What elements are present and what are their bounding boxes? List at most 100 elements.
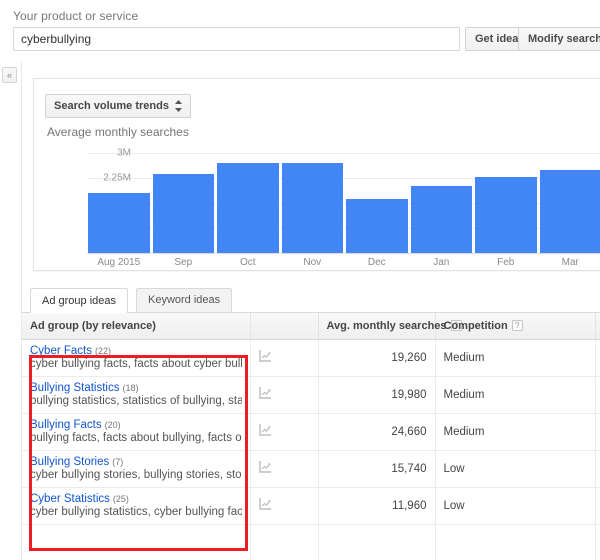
chart-bar[interactable] (410, 186, 472, 253)
product-or-service-input[interactable] (13, 27, 460, 51)
table-header-row: Ad group (by relevance) Avg. monthly sea… (22, 313, 600, 340)
bar-chart-plot: 3M2.25M1.5M750K Aug 2015SepOctNovDecJanF… (47, 143, 600, 271)
chart-x-tick-label: Feb (497, 257, 515, 268)
line-chart-icon[interactable] (258, 461, 272, 473)
chart-bar[interactable] (281, 163, 343, 253)
tab-ad-group-ideas[interactable]: Ad group ideas (30, 288, 128, 313)
header-avg-monthly-searches[interactable]: Avg. monthly searches? (318, 313, 462, 340)
cell-trend-icon (250, 450, 319, 488)
cell-avg-monthly-searches: 15,740 (318, 450, 436, 488)
cell-clipped (250, 524, 319, 560)
chart-x-tick-label: Nov (303, 257, 322, 268)
ideas-table-body: Cyber Facts (22) cyber bullying facts, fac… (22, 339, 600, 560)
results-tabs: Ad group ideas Keyword ideas (22, 288, 600, 313)
help-icon-competition[interactable]: ? (511, 320, 523, 332)
line-chart-icon[interactable] (258, 424, 272, 436)
cell-competition: Medium (435, 376, 596, 414)
cell-competition: Low (435, 450, 596, 488)
ad-group-keyword-count: (22) (95, 346, 112, 356)
cell-ad-group: Bullying Stories (7) cyber bullying storie… (22, 450, 251, 488)
search-volume-chart-panel: Search volume trends Average monthly sea… (33, 78, 600, 271)
chart-x-tick-label: Mar (561, 257, 579, 268)
ideas-table-container: Ad group (by relevance) Avg. monthly sea… (22, 313, 600, 560)
cell-ad-group: Cyber Facts (22) cyber bullying facts, fac… (22, 339, 251, 377)
cell-clipped (435, 524, 596, 560)
cell-avg-monthly-searches: 19,260 (318, 339, 436, 377)
cell-avg-monthly-searches: 24,660 (318, 413, 436, 451)
chart-x-axis-labels: Aug 2015 Sep Oct Nov Dec Jan Feb Mar (88, 253, 600, 271)
chevron-updown-icon (174, 99, 182, 113)
cell-trend-icon (250, 487, 319, 525)
chart-y-axis-title: Average monthly searches (47, 125, 189, 139)
line-chart-icon[interactable] (258, 387, 272, 399)
ad-group-keyword-count: (20) (104, 420, 121, 430)
cell-competition: Low (435, 487, 596, 525)
cell-extra (595, 487, 600, 525)
chart-x-tick-label: Jan (433, 257, 450, 268)
left-sidebar-rail: « (0, 62, 22, 560)
table-row[interactable]: Cyber Facts (22) cyber bullying facts, fac… (22, 339, 600, 377)
cell-extra (595, 376, 600, 414)
chart-x-tick-label: Oct (239, 257, 256, 268)
ad-group-link[interactable]: Bullying Statistics (30, 382, 119, 394)
ad-group-keyword-preview: cyber bullying stories, bullying stories… (30, 469, 242, 481)
cell-trend-icon (250, 376, 319, 414)
ad-group-link[interactable]: Cyber Facts (30, 345, 92, 357)
cell-ad-group: Cyber Statistics (25) cyber bullying stati… (22, 487, 251, 525)
cell-extra (595, 450, 600, 488)
chart-bar[interactable] (88, 193, 150, 253)
table-row[interactable]: Bullying Statistics (18) bullying statisti… (22, 376, 600, 414)
table-row[interactable] (22, 524, 600, 560)
chart-bar[interactable] (346, 199, 408, 253)
cell-avg-monthly-searches: 11,960 (318, 487, 436, 525)
chart-metric-label: Search volume trends (54, 100, 169, 112)
chart-metric-dropdown[interactable]: Search volume trends (45, 94, 191, 118)
cell-ad-group: Bullying Statistics (18) bullying statisti… (22, 376, 251, 414)
chart-x-tick-label: Aug 2015 (97, 257, 141, 268)
cell-clipped (318, 524, 436, 560)
ad-group-link[interactable]: Cyber Statistics (30, 493, 110, 505)
header-extra-col (595, 313, 600, 340)
chart-bar[interactable] (217, 163, 279, 253)
table-row[interactable]: Bullying Stories (7) cyber bullying storie… (22, 450, 600, 488)
tab-keyword-ideas[interactable]: Keyword ideas (136, 288, 233, 312)
ad-group-keyword-preview: bullying statistics, statistics of bully… (30, 395, 242, 407)
ad-group-keyword-count: (25) (112, 494, 129, 504)
ad-group-ideas-table: Ad group (by relevance) Avg. monthly sea… (22, 313, 600, 560)
ad-group-keyword-preview: cyber bullying statistics, cyber bullyin… (30, 506, 242, 518)
cell-trend-icon (250, 413, 319, 451)
cell-clipped (595, 524, 600, 560)
ad-group-keyword-count: (18) (122, 383, 139, 393)
collapse-sidebar-icon[interactable]: « (2, 67, 17, 83)
chart-bar[interactable] (475, 177, 537, 253)
search-bar-area: Your product or service Get ideas Modify… (0, 0, 600, 62)
cell-clipped (22, 524, 251, 560)
cell-trend-icon (250, 339, 319, 377)
header-ad-group-label: Ad group (by relevance) (30, 319, 156, 332)
header-chart-icon-col (250, 313, 319, 340)
search-field-label: Your product or service (13, 9, 139, 23)
chart-x-tick-label: Sep (174, 257, 193, 268)
header-competition-label: Competition (443, 319, 508, 332)
cell-extra (595, 413, 600, 451)
header-ad-group[interactable]: Ad group (by relevance) (22, 313, 251, 340)
cell-competition: Medium (435, 339, 596, 377)
ad-group-keyword-preview: cyber bullying facts, facts about cyber … (30, 358, 242, 370)
cell-ad-group: Bullying Facts (20) bullying facts, facts … (22, 413, 251, 451)
header-avg-monthly-searches-label: Avg. monthly searches (326, 319, 447, 332)
chart-bar[interactable] (539, 170, 600, 253)
line-chart-icon[interactable] (258, 498, 272, 510)
modify-search-button[interactable]: Modify search (518, 27, 600, 51)
table-row[interactable]: Cyber Statistics (25) cyber bullying stati… (22, 487, 600, 525)
chart-bars (88, 143, 600, 253)
ad-group-keyword-count: (7) (112, 457, 124, 467)
cell-extra (595, 339, 600, 377)
ad-group-link[interactable]: Bullying Facts (30, 419, 102, 431)
table-row[interactable]: Bullying Facts (20) bullying facts, facts … (22, 413, 600, 451)
ad-group-link[interactable]: Bullying Stories (30, 456, 109, 468)
line-chart-icon[interactable] (258, 350, 272, 362)
header-competition[interactable]: Competition? (435, 313, 596, 340)
chart-x-tick-label: Dec (367, 257, 386, 268)
chart-bar[interactable] (152, 174, 214, 253)
cell-competition: Medium (435, 413, 596, 451)
